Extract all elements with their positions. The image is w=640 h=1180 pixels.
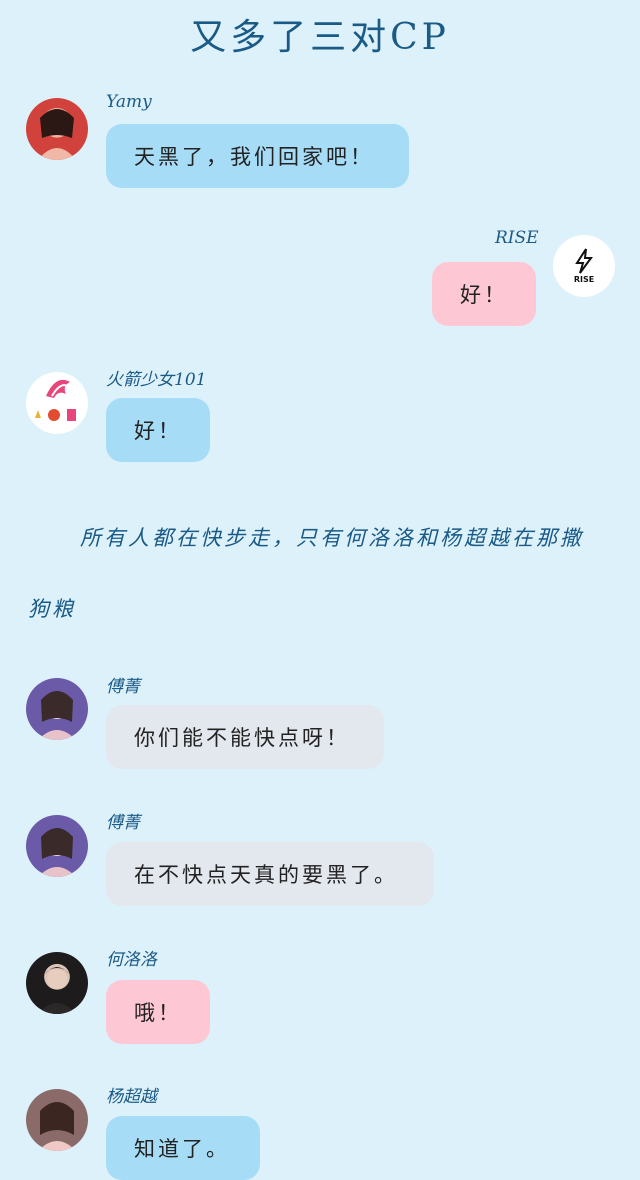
person-portrait-icon — [38, 967, 76, 1014]
message-bubble-he-luoluo: 哦！ — [106, 980, 210, 1044]
message-bubble-rise: 好！ — [432, 262, 536, 326]
page-title: 又多了三对CP — [190, 17, 450, 58]
avatar-yang-chaoyue[interactable] — [26, 1089, 88, 1151]
avatar-fu-jing[interactable] — [26, 678, 88, 740]
rise-logo-text: RISE — [573, 275, 595, 284]
message-bubble-yamy: 天黑了，我们回家吧！ — [106, 124, 409, 188]
avatar-he-luoluo[interactable] — [26, 952, 88, 1014]
avatar-fu-jing-2[interactable] — [26, 815, 88, 877]
person-portrait-icon — [38, 109, 76, 160]
sender-name-rise: RISE — [495, 228, 539, 248]
lightning-logo-icon — [575, 248, 593, 274]
message-bubble-yang-chaoyue: 知道了。 — [106, 1116, 260, 1180]
avatar-yamy[interactable] — [26, 98, 88, 160]
sender-name-yamy: Yamy — [106, 92, 152, 112]
avatar-rocket-girls[interactable] — [26, 372, 88, 434]
sender-name-he-luoluo: 何洛洛 — [106, 950, 157, 970]
person-portrait-icon — [38, 691, 76, 740]
narration-line-1: 所有人都在快步走，只有何洛洛和杨超越在那撒 — [80, 526, 584, 550]
rocket-logo-icon — [35, 379, 76, 421]
message-bubble-fu-jing-2: 在不快点天真的要黑了。 — [106, 842, 434, 906]
sender-name-yang-chaoyue: 杨超越 — [106, 1087, 157, 1107]
avatar-rise[interactable]: RISE — [553, 235, 615, 297]
narration-line-2: 狗粮 — [28, 597, 76, 621]
person-portrait-icon — [38, 828, 76, 877]
sender-name-fu-jing-2: 傅菁 — [106, 813, 140, 833]
sender-name-fu-jing: 傅菁 — [106, 677, 140, 697]
message-bubble-rocket-girls: 好！ — [106, 398, 210, 462]
message-bubble-fu-jing-1: 你们能不能快点呀！ — [106, 705, 384, 769]
sender-name-rocket-girls: 火箭少女101 — [106, 370, 207, 390]
person-portrait-icon — [38, 1102, 76, 1151]
